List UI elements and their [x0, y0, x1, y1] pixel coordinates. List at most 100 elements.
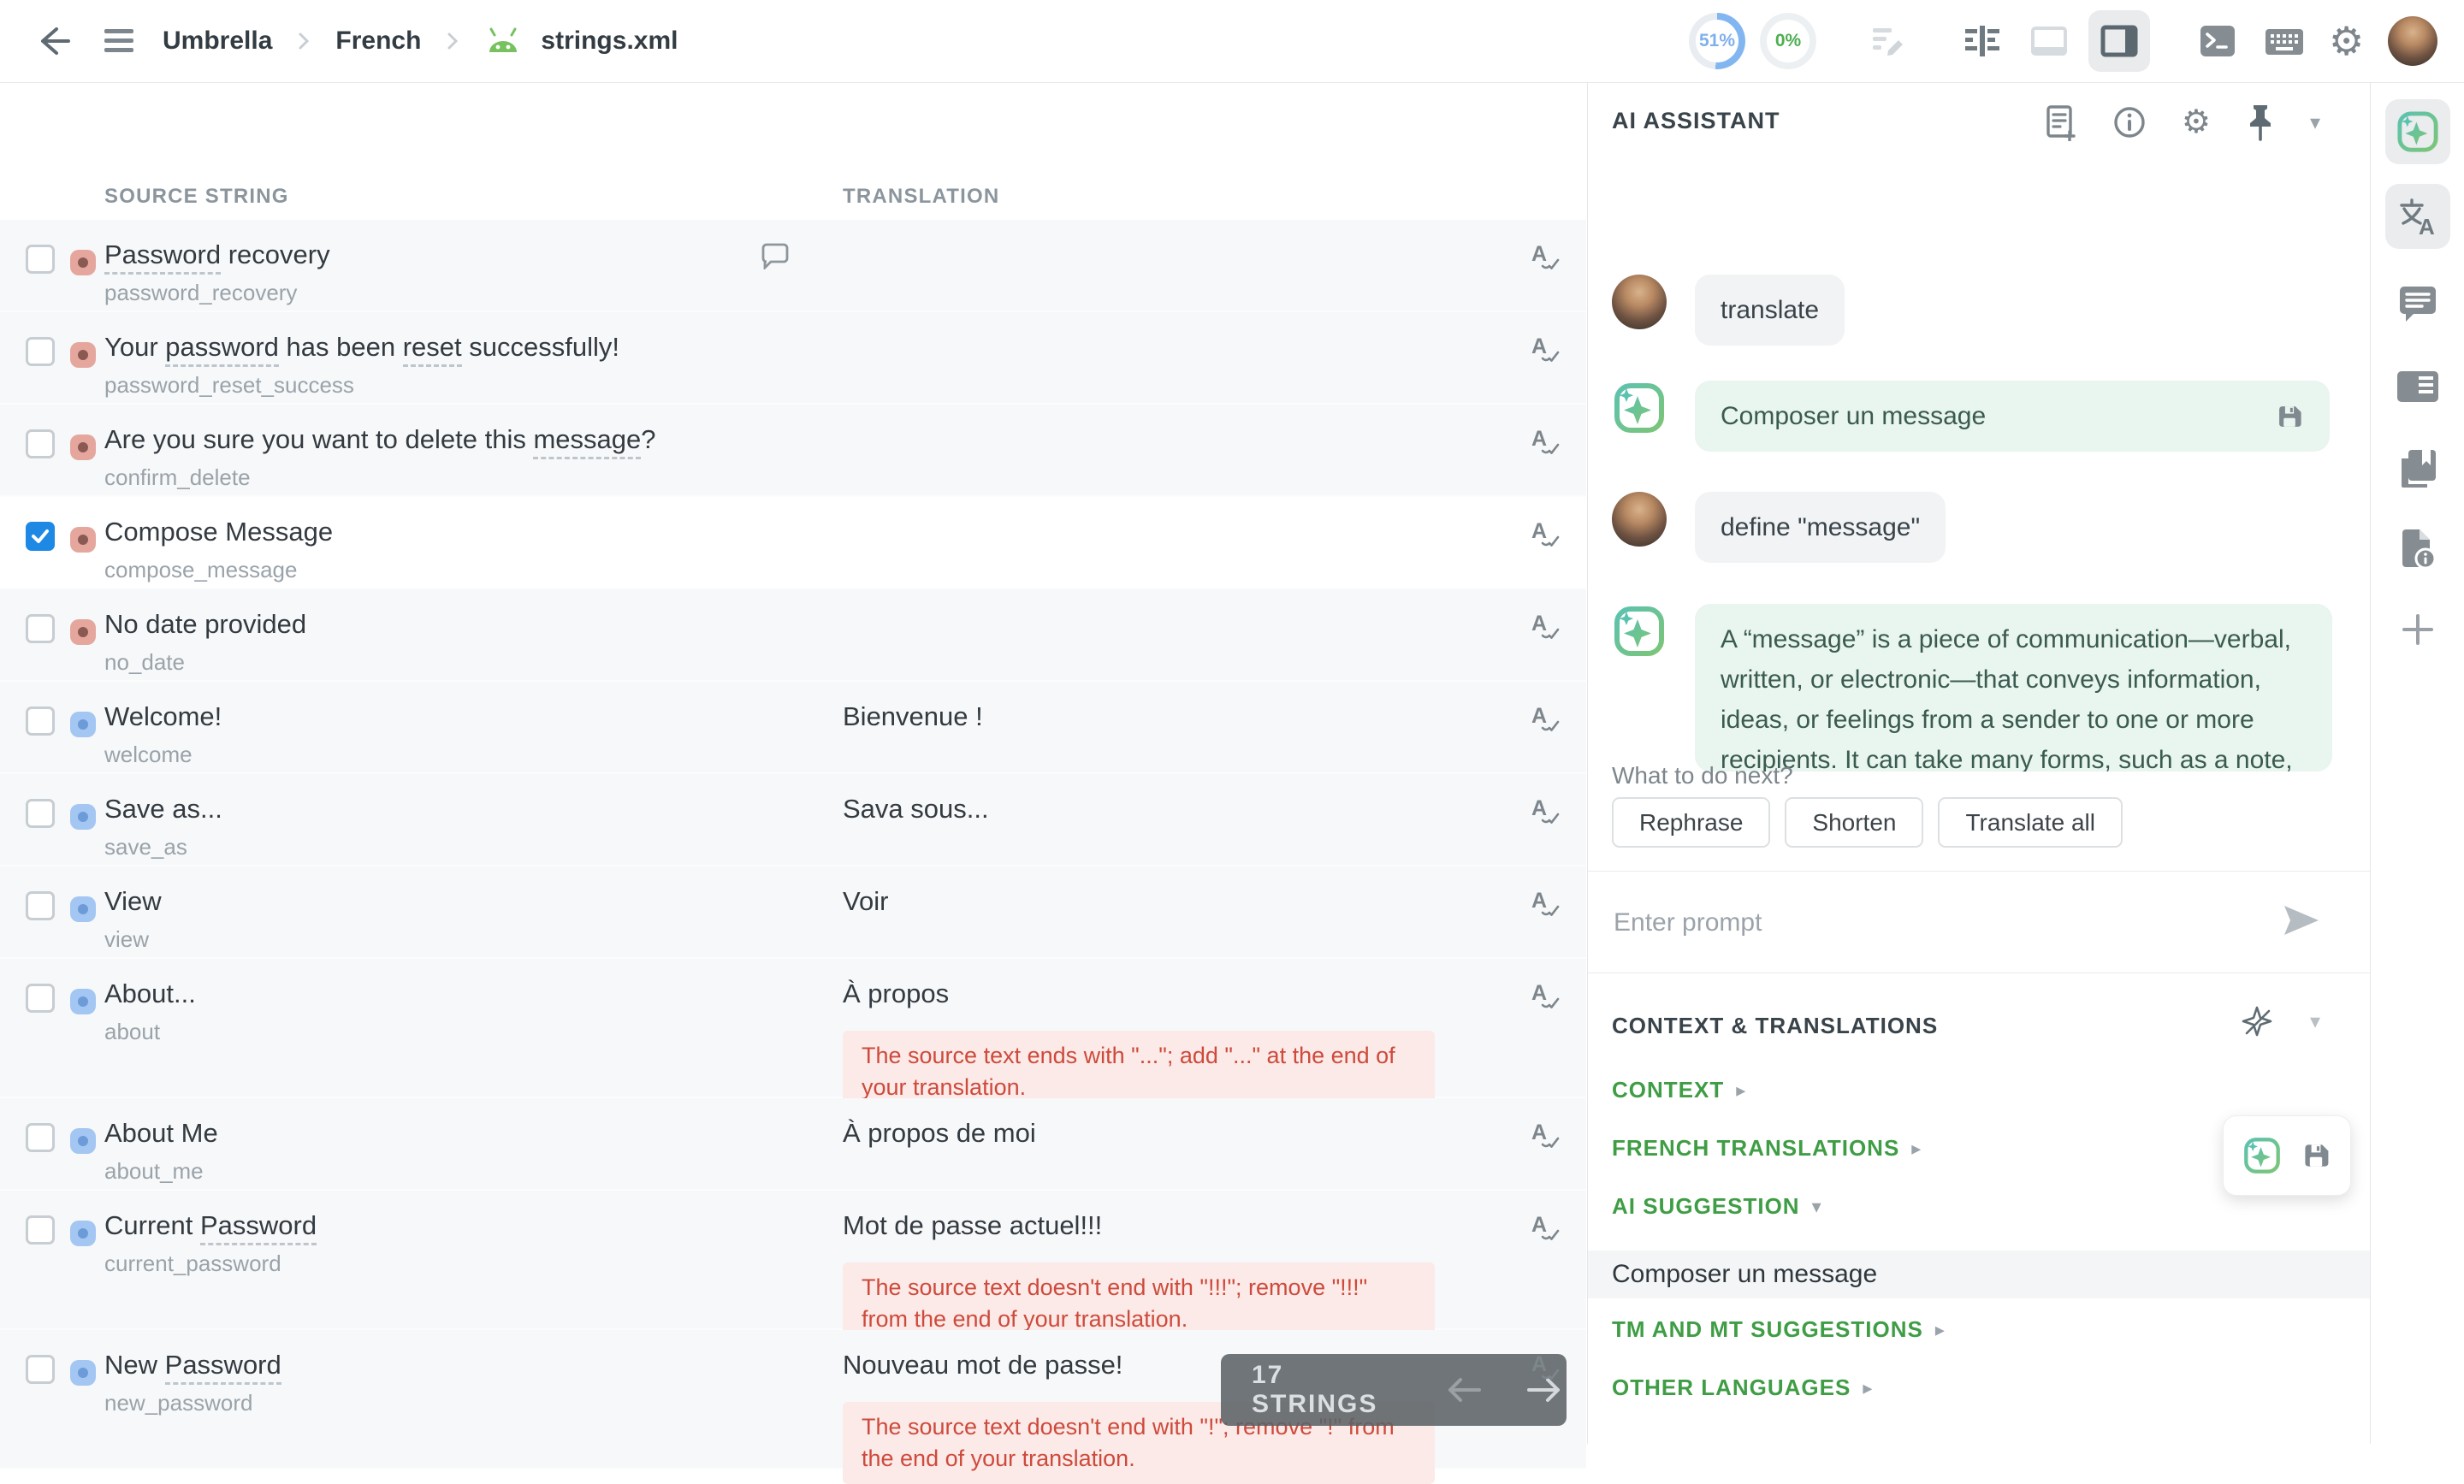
add-panel-icon[interactable]: [2385, 597, 2450, 662]
proofread-icon[interactable]: A: [1531, 889, 1561, 918]
table-row[interactable]: Welcome!welcomeBienvenue !A: [0, 682, 1586, 774]
status-icon-untranslated: [70, 435, 96, 460]
section-other-languages[interactable]: OTHER LANGUAGES▸: [1612, 1375, 1873, 1401]
source-string-text: View: [104, 886, 162, 917]
section-tm-and-mt-suggestions[interactable]: TM AND MT SUGGESTIONS▸: [1612, 1316, 1946, 1343]
section-ai-suggestion[interactable]: AI SUGGESTION▾: [1612, 1193, 1822, 1220]
proofread-icon[interactable]: A: [1531, 612, 1561, 641]
table-row[interactable]: Are you sure you want to delete this mes…: [0, 405, 1586, 497]
table-row[interactable]: Compose Messagecompose_messageA: [0, 497, 1586, 589]
menu-icon[interactable]: [101, 26, 137, 56]
ai-settings-gear-icon[interactable]: ⚙: [2182, 105, 2211, 139]
proofread-icon[interactable]: A: [1531, 796, 1561, 825]
send-icon[interactable]: [2281, 902, 2322, 939]
avatar[interactable]: [2388, 16, 2437, 66]
proofread-icon[interactable]: A: [1531, 981, 1561, 1010]
row-checkbox[interactable]: [26, 429, 55, 458]
auto-suggest-icon[interactable]: [2240, 1004, 2274, 1038]
source-string-text: Your password has been reset successfull…: [104, 332, 619, 363]
table-row[interactable]: About...aboutÀ proposThe source text end…: [0, 959, 1586, 1098]
next-actions-label: What to do next?: [1612, 762, 1793, 789]
comment-icon[interactable]: [760, 242, 789, 269]
terminal-icon[interactable]: [2197, 21, 2238, 62]
collapse-caret-icon[interactable]: ▾: [2310, 110, 2320, 135]
translation-progress-ring[interactable]: 51%: [1689, 13, 1745, 69]
row-checkbox[interactable]: [26, 891, 55, 920]
edit-notes-icon[interactable]: [1868, 21, 1907, 61]
row-checkbox[interactable]: [26, 707, 55, 736]
keyboard-icon[interactable]: [2264, 21, 2305, 62]
string-key: view: [104, 926, 149, 953]
translation-text: À propos de moi: [843, 1118, 1036, 1149]
proofread-icon[interactable]: A: [1531, 1213, 1561, 1242]
svg-text:A: A: [1531, 1352, 1547, 1376]
string-key: no_date: [104, 649, 185, 676]
glossary-icon[interactable]: [2385, 435, 2450, 500]
bottom-panel-view-icon[interactable]: [2029, 21, 2070, 62]
proofread-icon[interactable]: A: [1531, 1352, 1561, 1381]
translations-icon[interactable]: A: [2385, 184, 2450, 249]
pin-icon[interactable]: [2245, 103, 2276, 142]
quick-action-translate-all[interactable]: Translate all: [1938, 797, 2122, 848]
tm-panel-icon[interactable]: [2385, 354, 2450, 419]
editor-toolbar: 15 · 0 SAVE CANCEL: [0, 82, 1586, 174]
side-by-side-view-icon[interactable]: [1962, 21, 2003, 62]
proofread-icon[interactable]: A: [1531, 334, 1561, 364]
row-checkbox[interactable]: [26, 1355, 55, 1384]
row-checkbox[interactable]: [26, 245, 55, 274]
ai-suggestion-row[interactable]: Composer un message: [1588, 1250, 2370, 1298]
proofread-icon[interactable]: A: [1531, 704, 1561, 733]
section-french-translations[interactable]: FRENCH TRANSLATIONS▸: [1612, 1135, 1922, 1162]
add-prompt-icon[interactable]: [2043, 103, 2077, 141]
save-translation-icon[interactable]: [2275, 402, 2304, 431]
ai-assistant-icon[interactable]: [2385, 99, 2450, 164]
string-key: welcome: [104, 742, 192, 768]
file-info-icon[interactable]: [2385, 517, 2450, 582]
row-checkbox[interactable]: [26, 1215, 55, 1245]
ai-sparkle-icon[interactable]: [2242, 1136, 2282, 1175]
collapse-caret-icon[interactable]: ▾: [2310, 1009, 2320, 1034]
user-message-bubble: translate: [1695, 275, 1845, 346]
table-row[interactable]: Save as...save_asSava sous...A: [0, 774, 1586, 866]
translation-text: Mot de passe actuel!!!: [843, 1210, 1102, 1241]
table-row[interactable]: ViewviewVoirA: [0, 866, 1586, 959]
svg-text:A: A: [1531, 427, 1547, 451]
table-row[interactable]: Password recoverypassword_recoveryA: [0, 220, 1586, 312]
svg-text:A: A: [1531, 242, 1547, 266]
quick-action-shorten[interactable]: Shorten: [1785, 797, 1923, 848]
row-checkbox[interactable]: [26, 984, 55, 1013]
comments-icon[interactable]: [2385, 272, 2450, 337]
svg-text:A: A: [1531, 1120, 1547, 1144]
breadcrumb-language[interactable]: French: [335, 27, 421, 56]
gear-icon[interactable]: ⚙: [2329, 21, 2364, 61]
table-row[interactable]: About Meabout_meÀ propos de moiA: [0, 1098, 1586, 1191]
prompt-input[interactable]: [1612, 895, 2248, 951]
proofread-icon[interactable]: A: [1531, 1120, 1561, 1150]
approval-progress-ring[interactable]: 0%: [1760, 13, 1816, 69]
right-panel-view-icon[interactable]: [2088, 10, 2150, 72]
section-context[interactable]: CONTEXT▸: [1612, 1077, 1746, 1103]
save-suggestion-icon[interactable]: [2301, 1140, 2331, 1171]
row-checkbox[interactable]: [26, 522, 55, 551]
table-row[interactable]: Your password has been reset successfull…: [0, 312, 1586, 405]
string-key: password_reset_success: [104, 372, 354, 399]
quick-action-rephrase[interactable]: Rephrase: [1612, 797, 1770, 848]
source-string-text: No date provided: [104, 609, 306, 640]
proofread-icon[interactable]: A: [1531, 242, 1561, 271]
prev-page-icon[interactable]: [1442, 1373, 1486, 1407]
row-checkbox[interactable]: [26, 614, 55, 643]
table-row[interactable]: Current Passwordcurrent_passwordMot de p…: [0, 1191, 1586, 1330]
proofread-icon[interactable]: A: [1531, 519, 1561, 548]
source-string-text: New Password: [104, 1350, 281, 1381]
status-icon-untranslated: [70, 619, 96, 645]
info-icon[interactable]: [2112, 104, 2147, 140]
breadcrumb-file[interactable]: strings.xml: [541, 27, 678, 56]
row-checkbox[interactable]: [26, 1123, 55, 1152]
table-row[interactable]: No date provided no_date A: [0, 589, 1586, 682]
back-icon[interactable]: [31, 19, 75, 63]
proofread-icon[interactable]: A: [1531, 427, 1561, 456]
breadcrumb-project[interactable]: Umbrella: [163, 27, 272, 56]
source-string-text: Are you sure you want to delete this mes…: [104, 424, 656, 455]
row-checkbox[interactable]: [26, 799, 55, 828]
row-checkbox[interactable]: [26, 337, 55, 366]
